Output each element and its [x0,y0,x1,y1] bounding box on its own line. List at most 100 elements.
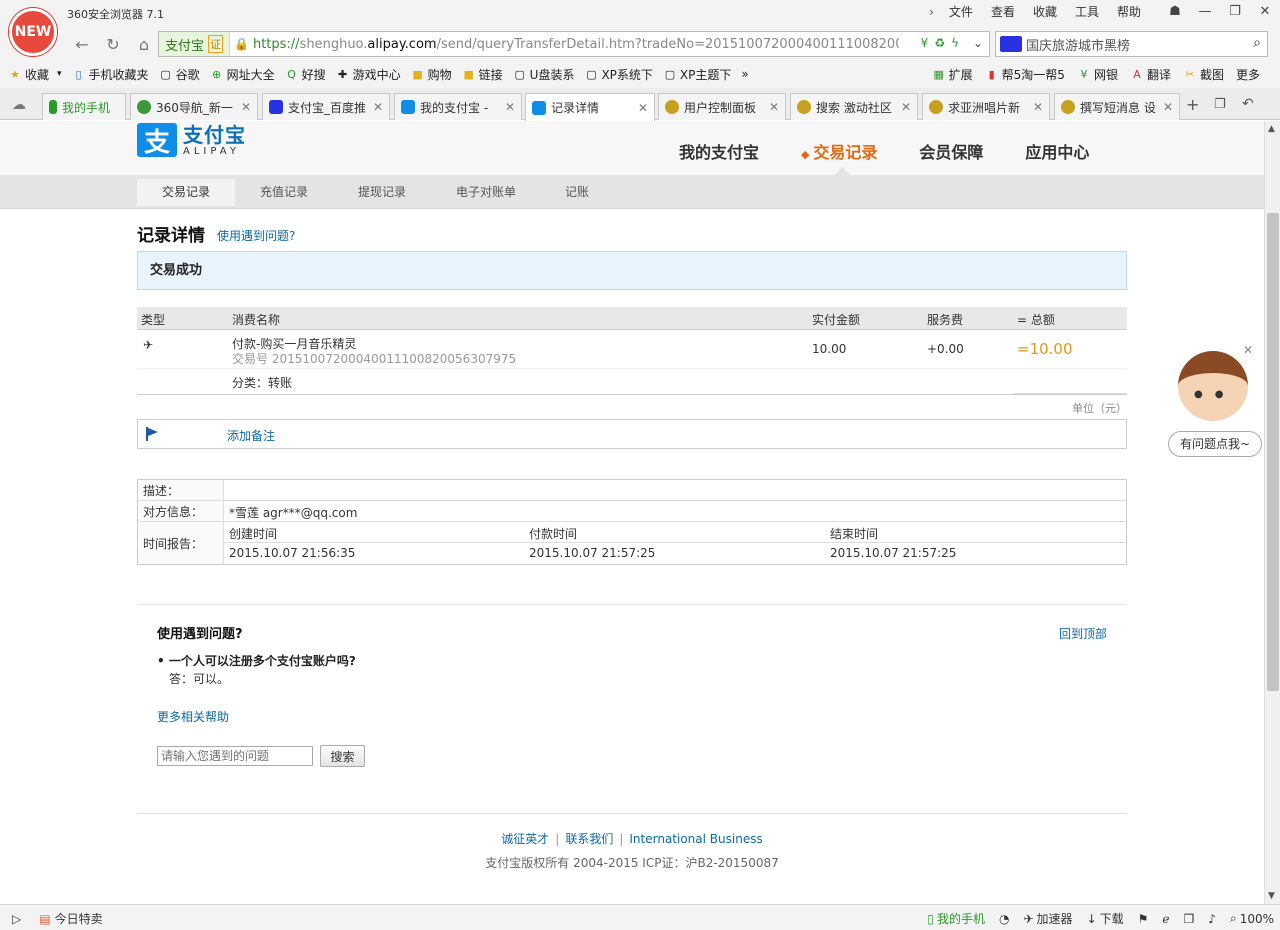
bookmark-hao[interactable]: ⊕ 网址大全 [210,66,275,83]
close-assistant-icon[interactable]: ✕ [1240,343,1256,359]
close-tab-icon[interactable]: ✕ [373,100,383,114]
subnav-withdraw[interactable]: 提现记录 [338,179,426,206]
close-window-icon[interactable]: ✕ [1250,0,1280,22]
help-link[interactable]: 使用遇到问题? [217,227,295,244]
tab-360-nav[interactable]: 360导航_新一 ✕ [130,93,258,120]
cloud-icon[interactable]: ☁ [12,97,26,113]
volume-icon[interactable]: ♪ [1208,910,1216,927]
recycle-icon[interactable]: ♻ [934,36,945,50]
footer-international-link[interactable]: International Business [629,832,762,846]
subnav-recharge[interactable]: 充值记录 [240,179,328,206]
footer-contact-link[interactable]: 联系我们 [565,832,613,846]
accelerator-button[interactable]: ✈ 加速器 [1023,910,1072,927]
bookmark-favorites[interactable]: ★ 收藏 ▾ [8,66,61,83]
undo-close-icon[interactable]: ↶ [1242,96,1254,112]
bookmark-xp-theme[interactable]: ▢ XP主题下 [663,66,732,83]
more-button[interactable]: 更多 [1236,66,1260,83]
tab-asia-records[interactable]: 求亚洲唱片新 ✕ [922,93,1050,120]
skin-icon[interactable]: ☗ [1160,0,1190,22]
bookmark-mobile[interactable]: ▯ 手机收藏夹 [72,66,149,83]
subnav-bookkeeping[interactable]: 记账 [552,179,602,206]
bank-button[interactable]: ¥ 网银 [1077,66,1118,83]
close-tab-icon[interactable]: ✕ [1163,100,1173,114]
download-button[interactable]: ↓ 下载 [1087,910,1124,927]
search-input[interactable] [1022,36,1232,52]
scroll-down-icon[interactable]: ▼ [1268,891,1275,901]
bookmarks-more-icon[interactable]: » [741,67,748,81]
search-icon[interactable]: ⌕ [1253,35,1261,51]
assistant-bubble[interactable]: 有问题点我~ [1168,431,1262,457]
menu-favorites[interactable]: 收藏 [1024,4,1066,20]
scroll-thumb[interactable] [1267,213,1279,691]
bookmark-xp-system[interactable]: ▢ XP系统下 [584,66,653,83]
dropdown-icon[interactable]: ⌄ [973,36,983,50]
lightning-icon[interactable]: ϟ [951,36,959,50]
back-to-top-link[interactable]: 回到顶部 [1059,625,1107,642]
close-tab-icon[interactable]: ✕ [1033,100,1043,114]
help-search-button[interactable]: 搜索 [320,745,365,767]
yen-icon[interactable]: ¥ [921,36,929,50]
footer-jobs-link[interactable]: 诚征英才 [501,832,549,846]
extensions-button[interactable]: ▦ 扩展 [932,66,972,83]
tab-my-alipay[interactable]: 我的支付宝 - ✕ [394,93,522,120]
subnav-statement[interactable]: 电子对账单 [440,179,532,206]
bookmark-google[interactable]: ▢ 谷歌 [159,66,199,83]
home-icon[interactable]: ⌂ [130,31,158,57]
bang5-button[interactable]: ▮ 帮5淘一帮5 [985,66,1065,83]
new-tab-icon[interactable]: + [1186,95,1199,114]
tab-control-panel[interactable]: 用户控制面板 ✕ [658,93,786,120]
url-text[interactable]: https://shenghuo.alipay.com/send/queryTr… [249,37,899,52]
close-tab-icon[interactable]: ✕ [241,100,251,114]
tab-my-phone[interactable]: 我的手机 [42,93,126,120]
nav-app-center[interactable]: 应用中心 [1025,139,1089,163]
bookmark-links[interactable]: ■ 链接 [462,66,502,83]
tab-list-icon[interactable]: ❐ [1214,97,1226,112]
more-help-link[interactable]: 更多相关帮助 [157,708,229,725]
sidebar-toggle-icon[interactable]: ▷ [12,910,21,927]
ie-icon[interactable]: ℯ [1162,910,1169,927]
daily-deals-button[interactable]: ▤ 今日特卖 [39,910,102,927]
tab-search[interactable]: 搜索 激动社区 ✕ [790,93,918,120]
translate-button[interactable]: A 翻译 [1130,66,1171,83]
faq-question[interactable]: • 一个人可以注册多个支付宝账户吗? [157,652,356,669]
bookmark-haosou[interactable]: Q 好搜 [285,66,325,83]
alipay-logo[interactable]: 支 支付宝 ALIPAY [137,123,246,158]
bookmark-shopping[interactable]: ■ 购物 [411,66,451,83]
vertical-scrollbar[interactable]: ▲ ▼ [1264,121,1280,904]
menu-file[interactable]: 文件 [940,4,982,20]
scroll-up-icon[interactable]: ▲ [1268,124,1275,134]
minimize-icon[interactable]: — [1190,0,1220,22]
close-tab-icon[interactable]: ✕ [638,101,648,115]
speedometer-icon[interactable]: ◔ [999,910,1009,927]
bookmark-usb[interactable]: ▢ U盘装系 [513,66,574,83]
address-bar[interactable]: 支付宝 证 🔒 https://shenghuo.alipay.com/send… [158,31,990,57]
close-tab-icon[interactable]: ✕ [769,100,779,114]
tab-compose-message[interactable]: 撰写短消息 设 ✕ [1054,93,1180,120]
restore-icon[interactable]: ❐ [1220,0,1250,22]
cert-badge[interactable]: 支付宝 证 [159,32,231,56]
tab-baidu[interactable]: 支付宝_百度推 ✕ [262,93,390,120]
flag-icon[interactable]: ⚑ [1138,910,1149,927]
window-icon[interactable]: ❐ [1184,910,1195,927]
close-tab-icon[interactable]: ✕ [901,100,911,114]
help-assistant[interactable]: ●● ✕ 有问题点我~ [1168,343,1262,461]
nav-my-alipay[interactable]: 我的支付宝 [679,139,759,163]
menu-tools[interactable]: 工具 [1066,4,1108,20]
zoom-control[interactable]: ⌕ 100% [1230,910,1274,927]
nav-member-protection[interactable]: 会员保障 [919,139,983,163]
screenshot-button[interactable]: ✂ 截图 [1183,66,1224,83]
search-bar[interactable]: ⌕ [995,31,1268,57]
bookmark-games[interactable]: ✚ 游戏中心 [336,66,401,83]
add-memo-link[interactable]: 添加备注 [227,427,275,444]
nav-transactions[interactable]: 交易记录 [801,139,877,163]
search-engine-icon[interactable] [1000,36,1022,52]
menu-expand-icon[interactable]: › [923,4,940,20]
back-icon[interactable]: ← [68,31,96,57]
help-search-input[interactable] [157,746,313,766]
assistant-avatar[interactable] [1178,351,1248,421]
subnav-transactions[interactable]: 交易记录 [137,179,235,206]
close-tab-icon[interactable]: ✕ [505,100,515,114]
reload-icon[interactable]: ↻ [99,31,127,57]
my-phone-button[interactable]: ▯ 我的手机 [927,910,985,927]
menu-help[interactable]: 帮助 [1108,4,1150,20]
